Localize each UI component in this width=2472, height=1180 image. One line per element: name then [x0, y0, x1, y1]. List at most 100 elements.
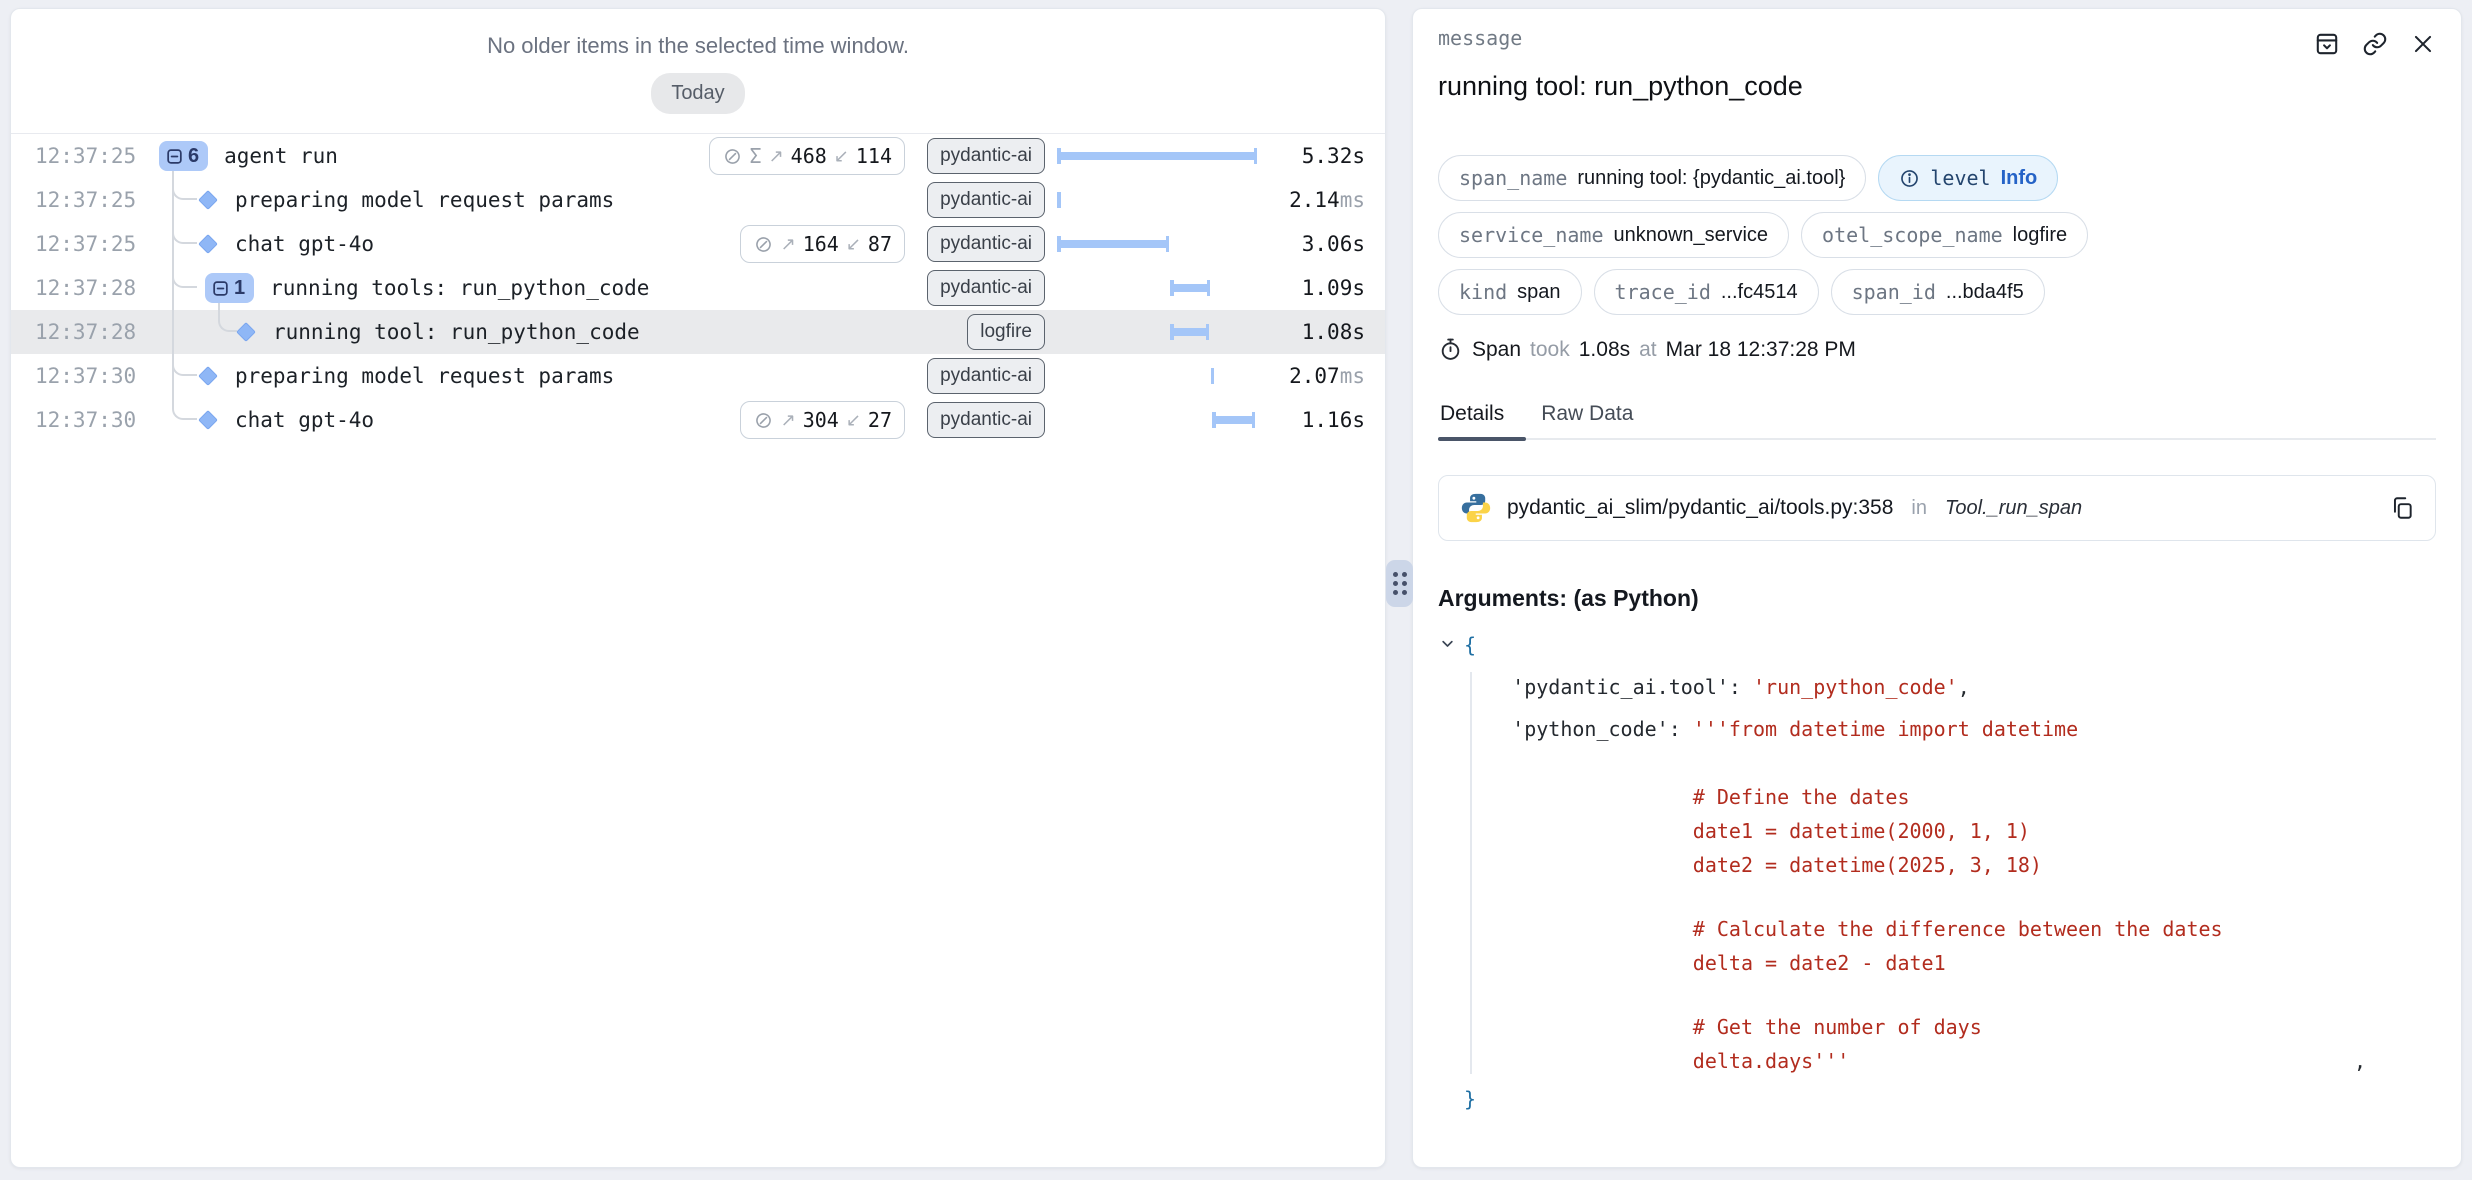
stopwatch-icon: [1438, 337, 1463, 362]
arguments-code-block: { 'pydantic_ai.tool': 'run_python_code',…: [1438, 624, 2436, 1120]
span-diamond-icon: [197, 233, 219, 255]
pill-value: ...bda4f5: [1946, 281, 2024, 304]
timeline-track: [1057, 310, 1257, 354]
span-name: chat gpt-4o: [235, 232, 374, 256]
detail-tabs: Details Raw Data: [1438, 402, 2436, 440]
pill-value: ...fc4514: [1721, 281, 1798, 304]
pill-value: Info: [2001, 167, 2038, 190]
pill-key: level: [1930, 166, 1990, 190]
token-sum-icon: Σ: [750, 144, 762, 168]
row-duration: 3.06s: [1263, 232, 1371, 256]
tokens-out-arrow: ↗: [781, 410, 796, 431]
source-tag: pydantic-ai: [927, 270, 1045, 306]
tokens-out-count: 468: [791, 144, 827, 168]
pill-span_id: span_id ...bda4f5: [1831, 269, 2045, 315]
trace-row[interactable]: 12:37:256agent runΣ↗468↙114pydantic-ai5.…: [11, 134, 1385, 178]
tokens-in-count: 87: [868, 232, 892, 256]
pill-key: span_name: [1459, 166, 1567, 190]
summary-at: at: [1639, 338, 1657, 362]
tokens-icon: [722, 146, 743, 167]
tokens-out-arrow: ↗: [769, 146, 784, 167]
summary-verb: took: [1530, 338, 1570, 362]
row-duration: 5.32s: [1263, 144, 1371, 168]
trace-row[interactable]: 12:37:30chat gpt-4o↗304↙27pydantic-ai1.1…: [11, 398, 1385, 442]
detail-title: running tool: run_python_code: [1438, 69, 2436, 103]
collapse-toggle[interactable]: 6: [159, 141, 208, 171]
trace-row[interactable]: 12:37:30 preparing model request params py…: [11, 354, 1385, 398]
code-blank-line: [1438, 882, 2436, 912]
tokens-in-arrow: ↙: [834, 146, 849, 167]
trace-row[interactable]: 12:37:25preparing model request paramspy…: [11, 178, 1385, 222]
child-count: 1: [234, 277, 245, 300]
tab-raw-data[interactable]: Raw Data: [1526, 402, 1648, 438]
tokens-icon: [753, 410, 774, 431]
arguments-heading: Arguments: (as Python): [1438, 585, 2436, 612]
pill-value: running tool: {pydantic_ai.tool}: [1577, 167, 1845, 190]
link-icon[interactable]: [2362, 31, 2388, 57]
timeline-bar: [1170, 328, 1209, 336]
span-name: preparing model request params: [235, 188, 614, 212]
span-summary: Span took 1.08s at Mar 18 12:37:28 PM: [1438, 337, 2436, 362]
source-tag: pydantic-ai: [927, 358, 1045, 394]
span-name: running tool: run_python_code: [273, 320, 640, 344]
trace-panel-header: No older items in the selected time wind…: [11, 9, 1385, 134]
span-diamond-icon: [197, 189, 219, 211]
timeline-bar: [1211, 368, 1215, 384]
tokens-in-count: 114: [856, 144, 892, 168]
timeline-bar: [1170, 284, 1210, 292]
function-name: Tool._run_span: [1945, 497, 2082, 520]
collapse-icon: [165, 147, 184, 166]
pill-key: trace_id: [1615, 280, 1711, 304]
level-pill: level Info: [1878, 155, 2058, 201]
today-button[interactable]: Today: [651, 73, 744, 114]
copy-icon[interactable]: [2389, 495, 2415, 521]
span-diamond-icon: [197, 365, 219, 387]
pill-service_name: service_nameunknown_service: [1438, 212, 1789, 258]
row-timestamp: 12:37:28: [11, 276, 143, 300]
row-duration: 1.08s: [1263, 320, 1371, 344]
tokens-icon: [753, 234, 774, 255]
timeline-track: [1057, 398, 1257, 442]
detail-actions: [2314, 31, 2436, 57]
summary-duration: 1.08s: [1579, 338, 1630, 362]
code-line: {: [1438, 624, 2436, 666]
token-usage-badge: ↗304↙27: [740, 401, 905, 439]
row-duration: 2.14ms: [1263, 188, 1371, 212]
attribute-pills: span_name running tool: {pydantic_ai.tool…: [1438, 155, 2436, 315]
code-location[interactable]: pydantic_ai_slim/pydantic_ai/tools.py:35…: [1438, 475, 2436, 541]
timeline-bar: [1057, 240, 1169, 248]
chevron-down-icon[interactable]: [1440, 636, 1455, 651]
trace-row[interactable]: 12:37:25 chat gpt-4o ↗164↙87 pydantic-ai 3.0…: [11, 222, 1385, 266]
tokens-in-count: 27: [868, 408, 892, 432]
dock-bottom-icon[interactable]: [2314, 31, 2340, 57]
code-blank-line: [1438, 980, 2436, 1010]
timeline-bar: [1212, 416, 1255, 424]
detail-panel: message running tool: run_python_code sp…: [1412, 8, 2462, 1168]
timeline-bar: [1057, 152, 1257, 160]
timeline-track: [1057, 354, 1257, 398]
span-name: preparing model request params: [235, 364, 614, 388]
pill-key: span_id: [1852, 280, 1936, 304]
panel-resize-handle[interactable]: [1386, 560, 1413, 607]
token-usage-badge: Σ ↗ 468 ↙ 114: [709, 137, 905, 175]
row-timestamp: 12:37:30: [11, 408, 143, 432]
collapse-toggle[interactable]: 1: [205, 273, 254, 303]
pill-span_name: span_name running tool: {pydantic_ai.tool…: [1438, 155, 1866, 201]
pill-key: kind: [1459, 280, 1507, 304]
pill-value: span: [1517, 281, 1560, 304]
code-line: delta = date2 - date1: [1438, 946, 2436, 980]
timeline-track: [1057, 134, 1257, 178]
source-tag: pydantic-ai: [927, 226, 1045, 262]
timeline-track: [1057, 222, 1257, 266]
source-tag: logfire: [967, 314, 1045, 350]
tab-details[interactable]: Details: [1438, 402, 1526, 438]
row-timestamp: 12:37:25: [11, 232, 143, 256]
row-duration: 1.09s: [1263, 276, 1371, 300]
token-usage-badge: ↗164↙87: [740, 225, 905, 263]
row-timestamp: 12:37:30: [11, 364, 143, 388]
detail-header: message running tool: run_python_code: [1438, 27, 2436, 103]
timeline-bar: [1057, 192, 1061, 208]
span-diamond-icon: [235, 321, 257, 343]
trace-rows: 12:37:256agent runΣ↗468↙114pydantic-ai5.…: [11, 134, 1385, 442]
close-icon[interactable]: [2410, 31, 2436, 57]
